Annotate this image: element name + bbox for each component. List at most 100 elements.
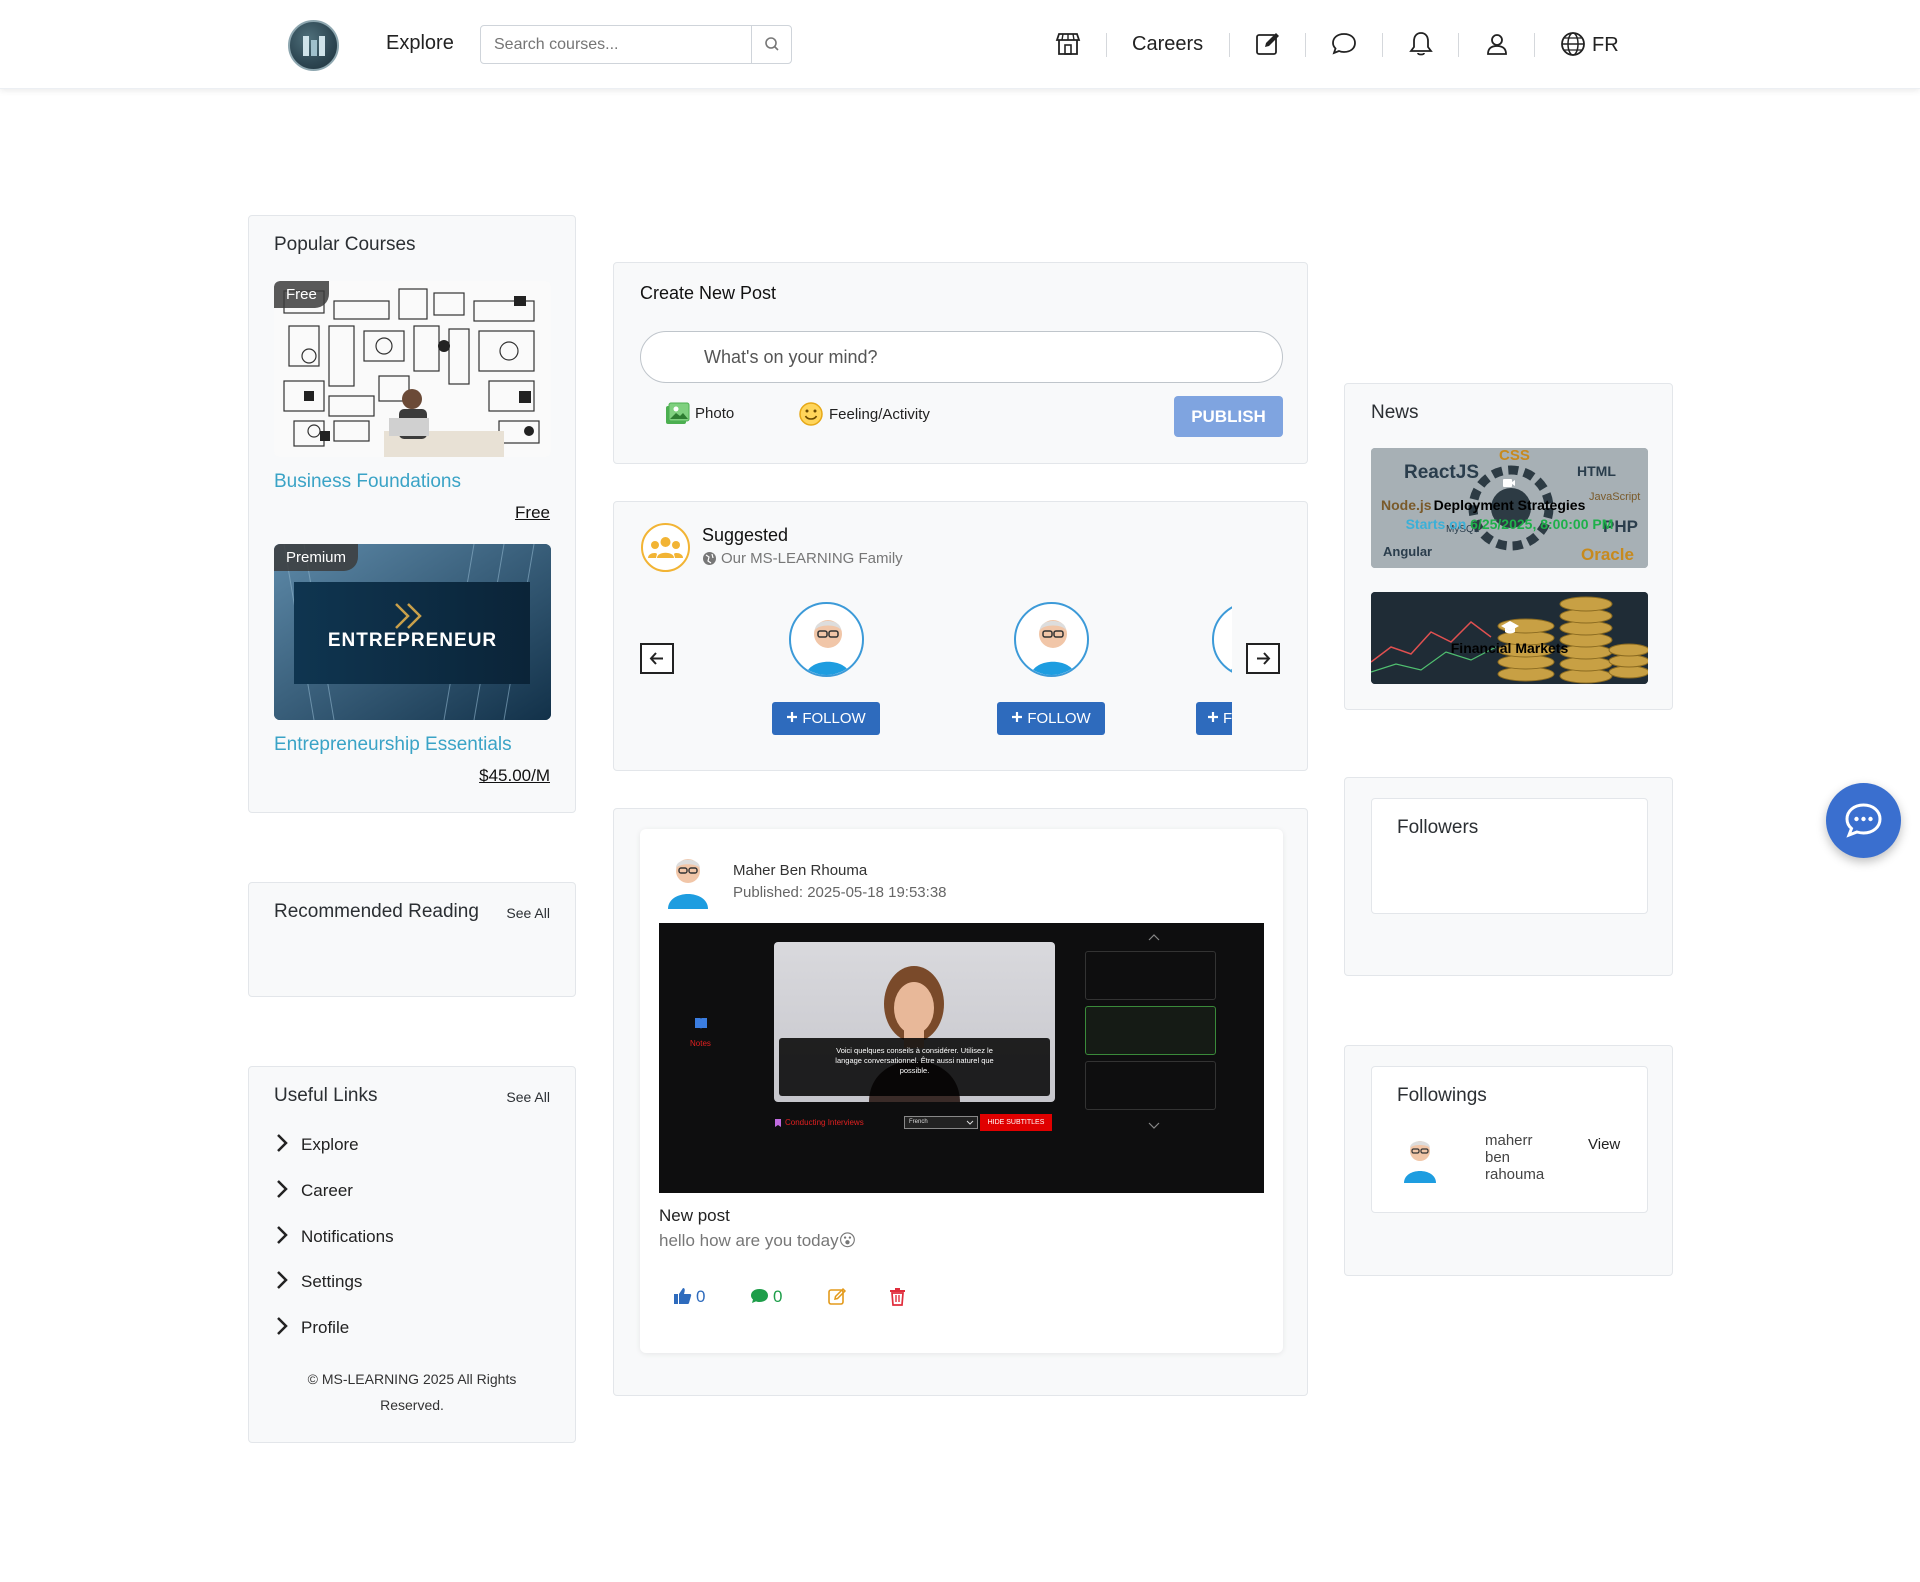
follow-label: FOLLOW: [802, 710, 866, 727]
suggested-title: Suggested: [702, 525, 789, 545]
useful-links-see-all-link[interactable]: See All: [506, 1089, 550, 1105]
search-icon: [765, 37, 779, 51]
feed-post: Maher Ben Rhouma Published: 2025-05-18 1…: [640, 829, 1283, 1353]
chevron-right-icon: [277, 1180, 288, 1198]
search-input[interactable]: [481, 26, 752, 63]
delete-post-icon[interactable]: [889, 1287, 906, 1306]
logo[interactable]: [288, 20, 339, 71]
course-title-business[interactable]: Business Foundations: [274, 471, 461, 493]
news-item-financial[interactable]: Financial Markets: [1371, 592, 1648, 684]
video-frame[interactable]: Voici quelques conseils à considérer. Ut…: [774, 942, 1055, 1102]
following-view-link[interactable]: View: [1588, 1136, 1620, 1153]
news-title: News: [1371, 402, 1419, 423]
nav-divider: [1305, 33, 1306, 57]
suggested-user-avatar[interactable]: [789, 602, 864, 677]
edit-icon[interactable]: [1254, 30, 1282, 58]
follow-button[interactable]: FO: [1196, 702, 1232, 735]
recommended-reading-title: Recommended Reading: [274, 901, 479, 922]
useful-link-label: Profile: [301, 1318, 350, 1337]
user-icon[interactable]: [1483, 30, 1511, 58]
chevron-down-icon[interactable]: [1147, 1121, 1161, 1131]
course-thumbnail-business[interactable]: Free: [274, 281, 551, 457]
post-author-name[interactable]: Maher Ben Rhouma: [733, 862, 867, 879]
publish-button[interactable]: PUBLISH: [1174, 396, 1283, 437]
avatar-image: [1228, 669, 1232, 675]
copyright-text: © MS-LEARNING 2025 All Rights Reserved.: [249, 1366, 575, 1418]
carousel-prev-button[interactable]: [640, 643, 674, 674]
suggested-subtitle: Our MS-LEARNING Family: [721, 550, 903, 567]
subtitle-overlay: Voici quelques conseils à considérer. Ut…: [779, 1038, 1050, 1096]
smiley-icon: [799, 402, 823, 426]
module-list-item[interactable]: [1085, 1061, 1216, 1110]
course-thumbnail-entrepreneurship[interactable]: ENTREPRENEUR Premium: [274, 544, 551, 720]
subtitle-language-select[interactable]: French: [904, 1116, 978, 1129]
suggested-user-avatar[interactable]: [1212, 602, 1232, 677]
photo-label: Photo: [695, 405, 735, 422]
entrepreneur-banner-text: ENTREPRENEUR: [327, 630, 498, 651]
comment-count: 0: [773, 1287, 783, 1306]
nav-divider: [1458, 33, 1459, 57]
plus-icon: [1208, 712, 1218, 722]
language-toggle[interactable]: FR: [1592, 34, 1619, 57]
plus-icon: [787, 712, 798, 722]
carousel-next-button[interactable]: [1246, 643, 1280, 674]
chevron-up-icon[interactable]: [1147, 932, 1161, 942]
arrow-left-icon: [649, 652, 663, 665]
following-name-line: ben: [1485, 1149, 1511, 1166]
nav-explore-link[interactable]: Explore: [386, 32, 454, 55]
comment-icon: [751, 1289, 768, 1303]
bell-icon[interactable]: [1407, 30, 1435, 58]
chevron-right-icon: [277, 1226, 288, 1244]
recommended-see-all-link[interactable]: See All: [506, 905, 550, 921]
course-price-business[interactable]: Free: [515, 503, 550, 523]
create-post-card: Create New Post What's on your mind? Pho…: [613, 262, 1308, 464]
following-user-avatar[interactable]: [1400, 1133, 1440, 1183]
author-avatar[interactable]: [662, 849, 714, 909]
chat-fab-button[interactable]: [1826, 783, 1901, 858]
top-navbar: Explore Careers FR: [0, 0, 1920, 89]
follow-button[interactable]: FOLLOW: [772, 702, 880, 735]
svg-text:HTML: HTML: [1577, 463, 1616, 479]
edit-post-icon[interactable]: [828, 1287, 847, 1305]
globe-icon[interactable]: [1559, 30, 1587, 58]
nav-careers-link[interactable]: Careers: [1132, 33, 1203, 56]
news-date-value: 6/25/2025, 8:00:00 PM: [1470, 516, 1614, 532]
news-item-date: Starts on 6/25/2025, 8:00:00 PM: [1371, 516, 1648, 532]
chat-icon[interactable]: [1330, 30, 1358, 58]
course-price-entrepreneurship[interactable]: $45.00/M: [479, 766, 550, 786]
svg-text:CSS: CSS: [1499, 448, 1530, 464]
nav-divider: [1534, 33, 1535, 57]
suggested-card: Suggested Our MS-LEARNING Family FOLLOW …: [613, 501, 1308, 771]
store-icon[interactable]: [1054, 30, 1082, 58]
copyright-line: © MS-LEARNING 2025 All Rights: [307, 1371, 517, 1387]
post-text-input[interactable]: What's on your mind?: [640, 331, 1283, 383]
notes-label[interactable]: Notes: [690, 1039, 711, 1048]
search-button[interactable]: [751, 26, 791, 63]
like-count: 0: [696, 1287, 706, 1306]
module-list-item[interactable]: [1085, 951, 1216, 1000]
svg-text:ReactJS: ReactJS: [1404, 462, 1479, 483]
news-item-deployment[interactable]: ReactJS CSS HTML Node.js JavaScript PHP …: [1371, 448, 1648, 568]
course-badge-free: Free: [274, 281, 329, 308]
suggested-user-avatar[interactable]: [1014, 602, 1089, 677]
following-user-name[interactable]: maherr ben rahouma: [1485, 1132, 1544, 1183]
course-badge-premium: Premium: [274, 544, 359, 571]
follow-button[interactable]: FOLLOW: [997, 702, 1105, 735]
post-body: hello how are you today😮: [659, 1231, 857, 1250]
course-title-entrepreneurship[interactable]: Entrepreneurship Essentials: [274, 734, 512, 756]
nav-divider: [1382, 33, 1383, 57]
subtitle-text: Voici quelques conseils à considérer. Ut…: [835, 1046, 994, 1075]
post-title: New post: [659, 1206, 730, 1225]
copyright-line: Reserved.: [380, 1397, 444, 1413]
followers-box: Followers: [1371, 798, 1648, 914]
useful-links-title: Useful Links: [274, 1085, 378, 1106]
popular-courses-card: Popular Courses Free Business Foundation…: [248, 215, 576, 813]
feed-card: Maher Ben Rhouma Published: 2025-05-18 1…: [613, 808, 1308, 1396]
hide-subtitles-button[interactable]: HIDE SUBTITLES: [980, 1114, 1052, 1131]
chevron-right-icon: [277, 1134, 288, 1152]
photo-icon: [666, 402, 690, 424]
module-list-item-active[interactable]: [1085, 1006, 1216, 1055]
followers-title: Followers: [1397, 817, 1479, 838]
followers-card: Followers: [1344, 777, 1673, 976]
post-video-player[interactable]: Notes Voici quelques conseils à considér…: [659, 923, 1264, 1193]
